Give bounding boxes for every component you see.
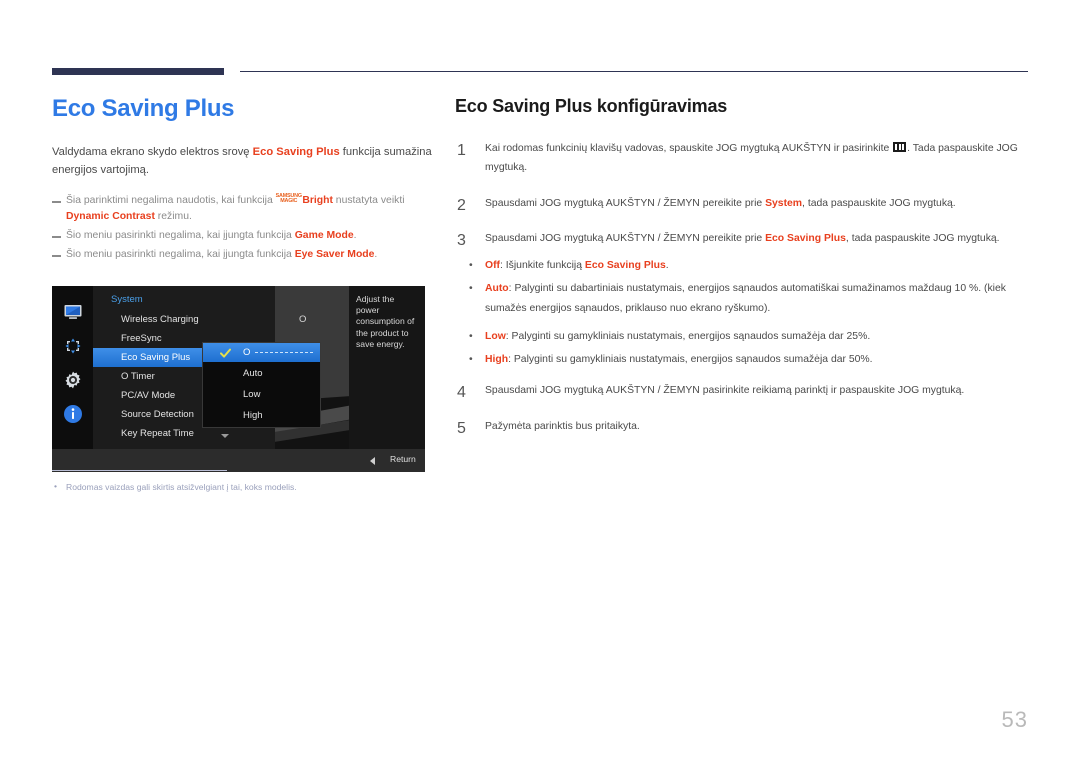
intro-text-before: Valdydama ekrano skydo elektros srovę (52, 146, 253, 159)
osd-dropdown-item-off[interactable]: O (203, 342, 320, 362)
step-2-number: 2 (457, 196, 466, 214)
option-auto: Auto: Palyginti su dabartiniais nustatym… (455, 279, 1035, 318)
step-4: 4 Spausdami JOG mygtuką AUKŠTYN / ŽEMYN p… (455, 381, 1035, 401)
page-header-rules (0, 0, 1080, 90)
menu-bars-icon (893, 142, 907, 152)
osd-dropdown-item-auto[interactable]: Auto (203, 364, 320, 383)
step-2-highlight: System (765, 197, 803, 209)
step-5: 5 Pažymėta parinktis bus pritaikyta. (455, 417, 1035, 437)
note2-part2: . (353, 230, 357, 242)
step-4-text: Spausdami JOG mygtuką AUKŠTYN / ŽEMYN pa… (485, 385, 965, 397)
note3-hl-eye-saver-mode: Eye Saver Mode (294, 249, 375, 261)
option-off-text: : Išjunkite funkciją (500, 260, 585, 271)
osd-footer: Return (52, 448, 425, 472)
monitor-icon[interactable] (63, 302, 83, 322)
intro-highlight: Eco Saving Plus (252, 146, 340, 159)
osd-return-label[interactable]: Return (390, 454, 416, 464)
magic-logo-bottom: MAGIC (280, 198, 298, 205)
note3-part1: Šio meniu pasirinkti negalima, kai įjung… (66, 249, 295, 261)
footnote-rule (52, 470, 227, 471)
option-high-text: : Palyginti su gamykliniais nustatymais,… (508, 354, 873, 365)
step-2: 2 Spausdami JOG mygtuką AUKŠTYN / ŽEMYN p… (455, 194, 1035, 214)
step-3-highlight: Eco Saving Plus (765, 232, 846, 244)
info-icon[interactable] (63, 404, 83, 424)
osd-description-panel: Adjust the power consumption of the prod… (349, 285, 425, 449)
step-3-text-pre: Spausdami JOG mygtuką AUKŠTYN / ŽEMYN pe… (485, 232, 766, 244)
osd-dropdown-item-high[interactable]: High (203, 406, 320, 425)
osd-item-wireless-charging[interactable]: Wireless Charging (93, 310, 275, 329)
osd-dropdown: O Auto Low High (202, 341, 321, 428)
step-1-text-pre: Kai rodomas funkcinių klavišų vadovas, s… (485, 143, 893, 154)
chevron-down-icon[interactable] (221, 433, 229, 438)
option-auto-text: : Palyginti su dabartiniais nustatymais,… (485, 283, 1006, 314)
note1-hl-bright: Bright (302, 195, 333, 207)
step-3-text-post: , tada paspauskite JOG mygtuką. (845, 232, 1000, 244)
step-1: 1 Kai rodomas funkcinių klavišų vadovas, … (455, 139, 1035, 178)
note1-hl-dynamic-contrast: Dynamic Contrast (66, 211, 155, 223)
right-column: Eco Saving Plus konfigūravimas 1 Kai rodo… (455, 96, 1035, 452)
step-2-text-post: , tada paspauskite JOG mygtuką. (802, 197, 956, 209)
footnote-text: Rodomas vaizdas gali skirtis atsižvelgia… (52, 480, 452, 493)
check-icon (220, 347, 231, 358)
option-low: Low: Palyginti su gamykliniais nustatyma… (455, 327, 1035, 347)
note1-part1: Šia parinktimi negalima naudotis, kai fu… (66, 195, 276, 207)
footnote-block: Rodomas vaizdas gali skirtis atsižvelgia… (52, 470, 452, 493)
osd-current-value: O (299, 313, 307, 325)
option-low-text: : Palyginti su gamykliniais nustatymais,… (505, 330, 871, 342)
osd-menu-title: System (111, 293, 143, 305)
note2-part1: Šio meniu pasirinkti negalima, kai įjung… (66, 230, 295, 242)
gear-icon[interactable] (63, 370, 83, 390)
header-rule-thick (52, 68, 224, 75)
option-off-label: Off (485, 260, 501, 271)
step-2-text-pre: Spausdami JOG mygtuką AUKŠTYN / ŽEMYN pe… (485, 197, 766, 209)
intro-paragraph: Valdydama ekrano skydo elektros srovę Ec… (52, 144, 432, 179)
osd-dropdown-dashed-line (255, 351, 313, 353)
step-1-number: 1 (457, 142, 466, 159)
option-off-highlight: Eco Saving Plus (584, 260, 666, 271)
step-5-number: 5 (457, 419, 466, 437)
option-high-label: High (485, 354, 509, 365)
option-low-label: Low (485, 330, 506, 342)
note1-part3: režimu. (154, 211, 192, 223)
option-off-tail: . (665, 260, 669, 271)
section-title: Eco Saving Plus konfigūravimas (455, 96, 728, 116)
samsung-magic-logo: SAMSUNG MAGIC (276, 193, 302, 205)
step-5-text: Pažymėta parinktis bus pritaikyta. (485, 420, 640, 432)
note-game-mode: Šio meniu pasirinkti negalima, kai įjung… (52, 228, 432, 244)
back-arrow-icon[interactable] (370, 456, 375, 465)
note-eye-saver-mode: Šio meniu pasirinkti negalima, kai įjung… (52, 247, 432, 263)
page-title: Eco Saving Plus (52, 95, 235, 122)
osd-dropdown-label-off: O (243, 346, 251, 358)
header-rule-thin (240, 71, 1028, 72)
option-off: Off: Išjunkite funkciją Eco Saving Plus. (455, 256, 1035, 276)
osd-sidebar (52, 285, 93, 449)
left-column: Eco Saving Plus Valdydama ekrano skydo e… (52, 95, 432, 472)
picture-position-icon[interactable] (63, 336, 83, 356)
step-3-number: 3 (457, 231, 466, 249)
note3-part2: . (374, 249, 378, 261)
note-dynamic-contrast: Šia parinktimi negalima naudotis, kai fu… (52, 193, 432, 225)
note1-part2: nustatyta veikti (332, 195, 405, 207)
step-3: 3 Spausdami JOG mygtuką AUKŠTYN / ŽEMYN p… (455, 229, 1035, 249)
step-4-number: 4 (457, 384, 466, 402)
note2-hl-game-mode: Game Mode (294, 230, 354, 242)
option-auto-label: Auto (485, 283, 509, 295)
option-high: High: Palyginti su gamykliniais nustatym… (455, 350, 1035, 370)
osd-screenshot: System Wireless Charging FreeSync Eco Sa… (52, 285, 425, 472)
page-number: 53 (1001, 707, 1028, 732)
osd-dropdown-item-low[interactable]: Low (203, 385, 320, 404)
